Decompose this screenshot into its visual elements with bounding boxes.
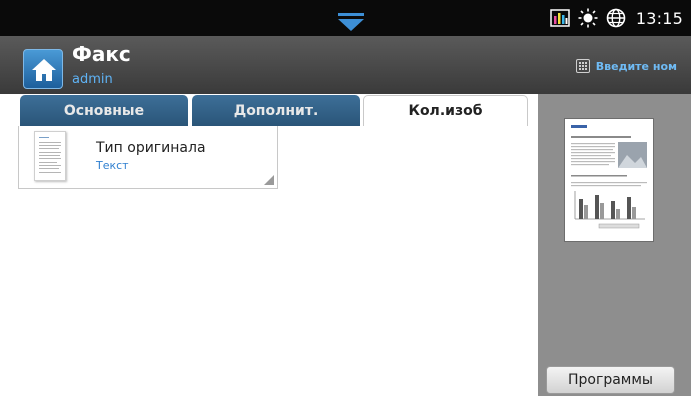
clock: 13:15: [635, 8, 683, 28]
globe-icon[interactable]: [606, 8, 626, 28]
tab-advanced[interactable]: Дополнит.: [192, 95, 360, 126]
home-button[interactable]: [23, 49, 63, 89]
enter-number-label: Введите ном: [595, 59, 677, 73]
enter-number-button[interactable]: Введите ном: [575, 59, 677, 73]
status-bar: 13:15: [0, 0, 691, 36]
document-icon: [34, 131, 66, 181]
option-value: Текст: [96, 159, 129, 172]
keypad-icon: [575, 59, 590, 73]
expand-corner-icon: [264, 175, 274, 185]
tab-basic[interactable]: Основные: [20, 95, 188, 126]
toner-level-icon[interactable]: [550, 8, 570, 28]
tab-content: Тип оригинала Текст: [0, 126, 538, 396]
app-header: Факс admin Введите ном: [0, 36, 691, 94]
option-label: Тип оригинала: [96, 140, 206, 156]
brightness-icon[interactable]: [578, 8, 598, 28]
preview-panel: Программы: [538, 94, 691, 396]
user-name: admin: [72, 72, 113, 87]
preview-thumbnail[interactable]: [564, 118, 654, 242]
tab-bar: Основные Дополнит. Кол.изоб: [0, 94, 538, 126]
tab-image-quality[interactable]: Кол.изоб: [363, 95, 528, 126]
programs-button[interactable]: Программы: [546, 366, 675, 394]
page-title: Факс: [72, 42, 131, 66]
status-icons: 13:15: [550, 0, 683, 36]
preview-document-image: [571, 125, 647, 229]
original-type-option[interactable]: Тип оригинала Текст: [18, 126, 278, 189]
pull-down-handle-icon[interactable]: [337, 11, 365, 33]
home-icon: [32, 59, 56, 81]
